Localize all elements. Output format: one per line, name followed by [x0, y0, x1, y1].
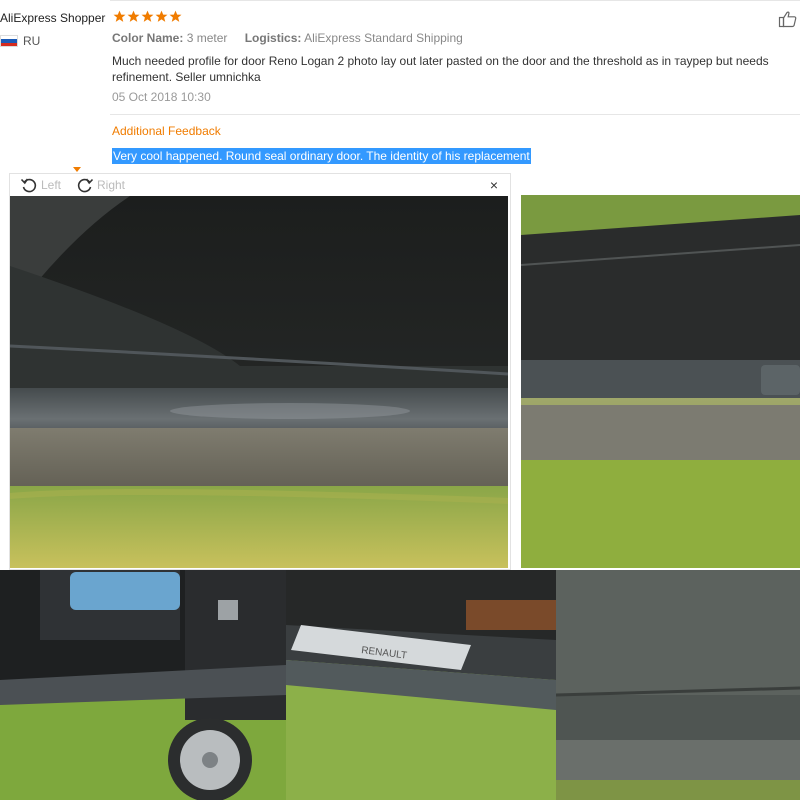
helpful-thumbs-up-button[interactable] — [778, 9, 798, 29]
country-code: RU — [23, 34, 41, 48]
logistics-label: Logistics: — [244, 31, 302, 45]
logistics-value: AliExpress Standard Shipping — [304, 31, 463, 45]
photo-texture — [556, 570, 800, 800]
additional-feedback-title: Additional Feedback — [112, 124, 221, 138]
photo-threshold: RENAULT — [286, 570, 556, 800]
rotate-left-label: Left — [41, 178, 62, 192]
flag-icon — [0, 35, 18, 47]
viewer-close-button[interactable]: × — [490, 177, 498, 193]
photo-interior — [0, 570, 286, 800]
star-icon — [155, 10, 168, 22]
review-meta: Color Name: 3 meter Logistics: AliExpres… — [112, 31, 477, 45]
rotate-right-label: Right — [97, 178, 126, 192]
viewer-toolbar: Left Right × — [10, 174, 510, 196]
photo-main — [10, 196, 508, 568]
rotate-right-button[interactable]: Right — [76, 176, 125, 194]
review-text: Much needed profile for door Reno Logan … — [112, 54, 769, 84]
review-date: 05 Oct 2018 10:30 — [112, 90, 211, 104]
additional-feedback-text: Very cool happened. Round seal ordinary … — [112, 148, 531, 164]
photo-side — [521, 195, 800, 568]
star-rating — [113, 10, 182, 24]
color-name-value: 3 meter — [186, 31, 228, 45]
color-name-label: Color Name: — [112, 31, 184, 45]
star-icon — [127, 10, 140, 22]
rotate-right-icon — [77, 178, 94, 193]
star-icon — [141, 10, 154, 22]
feedback-divider — [110, 114, 800, 115]
reviewer-name: AliExpress Shopper — [0, 11, 106, 25]
star-icon — [113, 10, 126, 22]
rotate-left-button[interactable]: Left — [20, 176, 61, 194]
image-viewer: Left Right × — [9, 173, 511, 570]
star-icon — [169, 10, 182, 22]
rotate-left-icon — [20, 178, 37, 193]
top-divider — [110, 0, 800, 1]
selected-thumbnail-caret-icon — [73, 167, 81, 172]
reviewer-country: RU — [0, 34, 40, 48]
thumbs-up-icon — [778, 11, 797, 28]
